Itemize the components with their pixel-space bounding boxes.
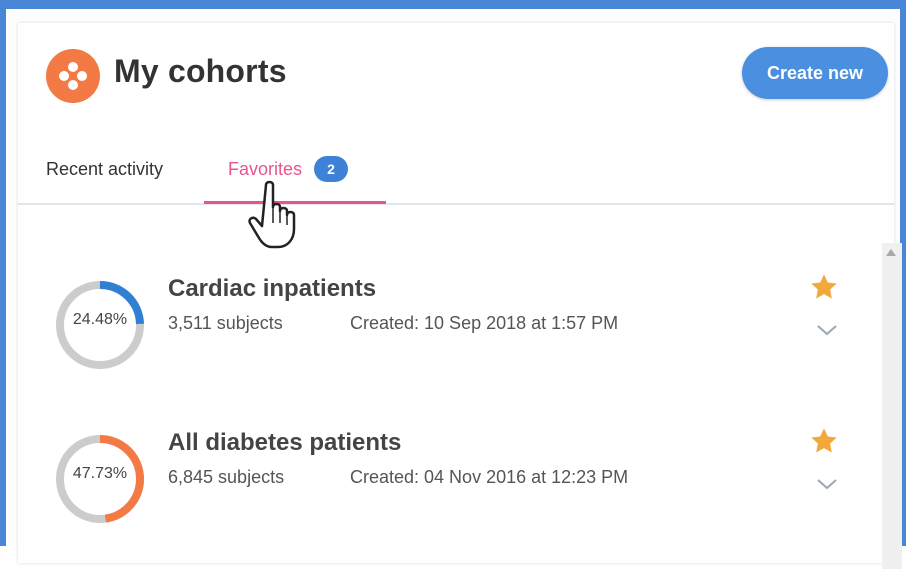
subject-count: 3,511 subjects — [168, 313, 283, 333]
scrollbar[interactable] — [882, 243, 902, 569]
cohort-logo-icon — [46, 49, 100, 103]
create-new-button[interactable]: Create new — [742, 47, 888, 99]
star-icon[interactable] — [808, 425, 840, 457]
app-window: My cohorts Create new Recent activity Fa… — [0, 0, 906, 569]
cohort-list-item[interactable]: 24.48% Cardiac inpatients 3,511 subjects… — [18, 259, 868, 379]
favorites-count-badge: 2 — [314, 156, 348, 182]
cohorts-panel: My cohorts Create new Recent activity Fa… — [18, 23, 902, 569]
percent-label: 47.73% — [72, 465, 128, 482]
tab-recent-activity[interactable]: Recent activity — [46, 159, 163, 180]
page-title: My cohorts — [114, 53, 287, 89]
chevron-down-icon[interactable] — [816, 323, 838, 337]
tabs-divider — [18, 203, 894, 205]
cohort-name[interactable]: All diabetes patients — [168, 429, 401, 457]
created-date: Created: 10 Sep 2018 at 1:57 PM — [350, 313, 619, 333]
scroll-up-arrow-icon[interactable] — [886, 249, 896, 256]
chevron-down-icon[interactable] — [816, 477, 838, 491]
cohort-name[interactable]: Cardiac inpatients — [168, 275, 376, 303]
tab-favorites[interactable]: Favorites — [228, 159, 302, 180]
subject-count: 6,845 subjects — [168, 467, 285, 487]
cohort-list-item[interactable]: 47.73% All diabetes patients 6,845 subje… — [18, 413, 868, 533]
created-date: Created: 04 Nov 2016 at 12:23 PM — [350, 467, 629, 487]
star-icon[interactable] — [808, 271, 840, 303]
hand-pointer-icon — [248, 180, 296, 249]
percent-label: 24.48% — [72, 311, 128, 328]
